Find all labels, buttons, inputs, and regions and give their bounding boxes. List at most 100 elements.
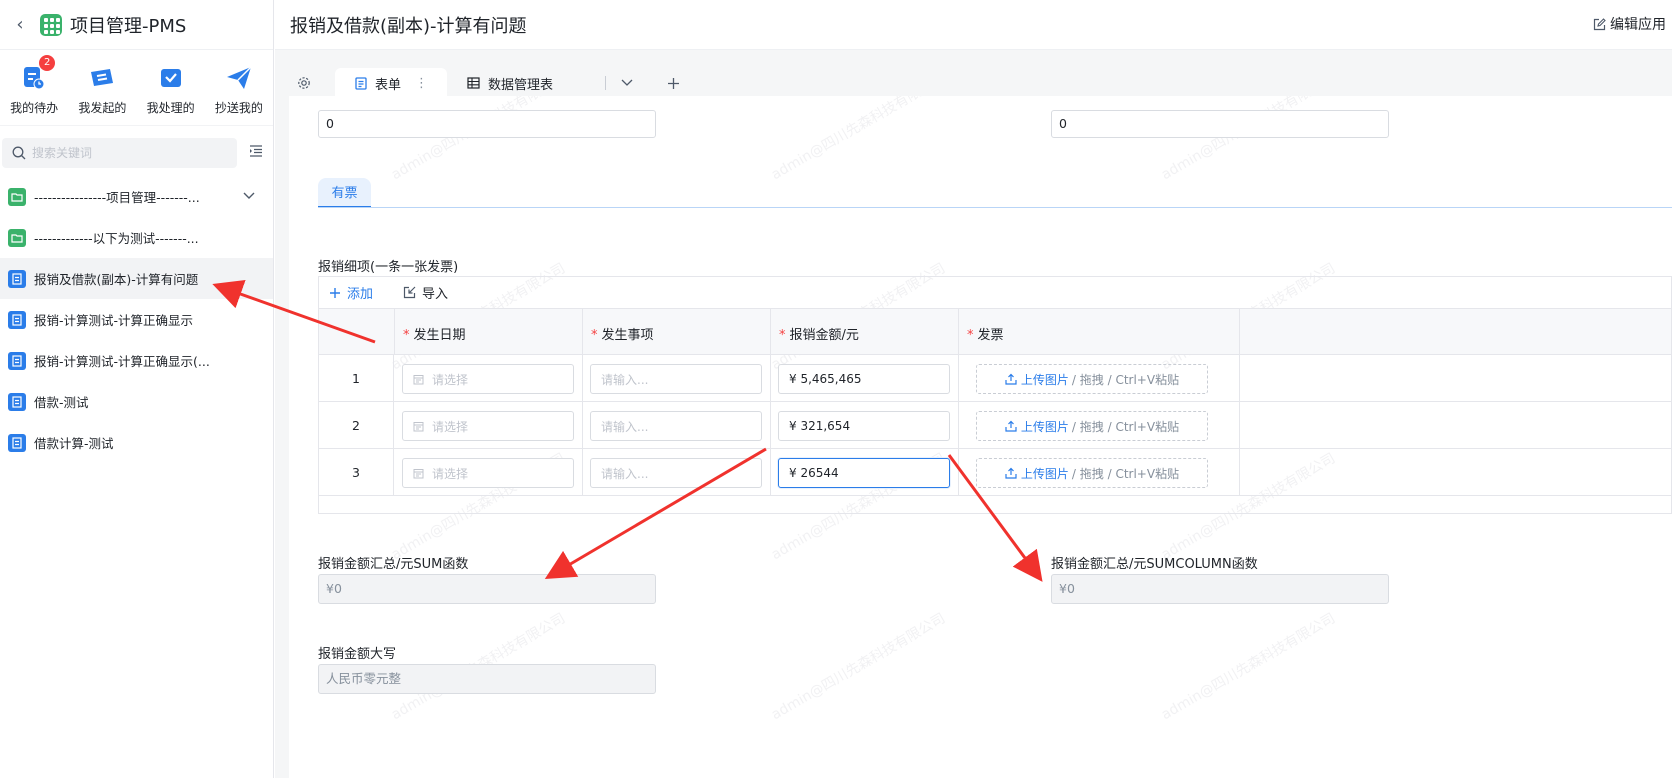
sidebar-item-loan-calc-test[interactable]: 借款计算-测试 [0,422,273,463]
sidebar-item-test-folder[interactable]: -------------以下为测试-------... [0,217,273,258]
form-icon [8,269,26,288]
sidebar-item-reimburse-test[interactable]: 报销-计算测试-计算正确显示 [0,299,273,340]
amount-input[interactable]: ¥ 26544 [778,458,950,488]
top-left-number-input[interactable]: 0 [318,110,656,138]
tab-form[interactable]: 表单 ⋮ [335,68,447,98]
amount-input[interactable]: ¥ 5,465,465 [778,364,950,394]
amount-input[interactable]: ¥ 321,654 [778,411,950,441]
sum-field: ¥0 [318,574,656,604]
folder-icon [8,228,26,247]
form-icon [8,351,26,370]
tab-divider [605,76,606,90]
upload-hint: / 拖拽 / Ctrl+V粘贴 [1071,372,1180,387]
calendar-icon [413,421,424,431]
sidebar-item-label: 借款计算-测试 [34,436,114,451]
plus-icon [330,287,340,298]
app-title: 项目管理-PMS [70,15,187,37]
import-label: 导入 [422,287,449,302]
sidebar-item-reimburse-copy[interactable]: 报销及借款(副本)-计算有问题 [0,258,273,299]
sidebar-header: ‹ 项目管理-PMS [0,0,273,50]
upload-hint: / 拖拽 / Ctrl+V粘贴 [1071,419,1180,434]
more-dots-icon[interactable]: ⋮ [415,76,428,91]
row-number: 2 [319,402,394,448]
quick-handled[interactable]: 我处理的 [140,63,202,116]
search-input[interactable] [32,146,212,160]
edit-icon [1593,17,1606,30]
import-button[interactable]: 导入 [403,283,448,302]
sidebar-nav: ----------------项目管理-------... ---------… [0,176,273,463]
item-input[interactable]: 请输入... [590,364,762,394]
upload-icon [1005,467,1017,479]
invoice-upload[interactable]: 上传图片 / 拖拽 / Ctrl+V粘贴 [976,364,1208,394]
header-item-label: 发生事项 [601,328,654,343]
paper-plane-icon [224,63,254,93]
view-tabs: 表单 ⋮ 数据管理表 [289,66,688,100]
header-invoice: * 发票 [959,309,1240,354]
todo-count-badge: 2 [39,55,56,71]
sidebar-item-reimburse-test-2[interactable]: 报销-计算测试-计算正确显示(... [0,340,273,381]
form-icon [8,310,26,329]
top-bar: 报销及借款(副本)-计算有问题 编辑应用 [275,0,1672,50]
top-right-number-input[interactable]: 0 [1051,110,1389,138]
quick-label: 抄送我的 [214,101,263,115]
sidebar-item-project-folder[interactable]: ----------------项目管理-------... [0,176,273,217]
sub-tab-underline [318,207,1672,208]
calendar-icon [413,468,424,478]
header-date-label: 发生日期 [413,328,466,343]
collapse-menu-icon[interactable] [249,145,263,161]
quick-initiated[interactable]: 我发起的 [71,63,133,116]
upload-link: 上传图片 [1020,372,1069,387]
table-icon [467,77,480,89]
edit-app-label: 编辑应用 [1610,17,1666,33]
table-row: 1 请选择 请输入... ¥ 5,465,465 上传图片 / 拖拽 / Ctr… [319,355,1671,402]
date-picker[interactable]: 请选择 [402,364,574,394]
header-amount-label: 报销金额/元 [789,328,859,343]
invoice-upload[interactable]: 上传图片 / 拖拽 / Ctrl+V粘贴 [976,458,1208,488]
upload-icon [1005,420,1017,432]
upload-link: 上传图片 [1020,466,1069,481]
chevron-down-icon[interactable] [612,68,642,98]
sidebar-item-loan-test[interactable]: 借款-测试 [0,381,273,422]
sumcolumn-field: ¥0 [1051,574,1389,604]
sidebar-item-label: -------------以下为测试-------... [34,231,199,246]
inbox-check-icon [156,63,186,93]
invoice-upload[interactable]: 上传图片 / 拖拽 / Ctrl+V粘贴 [976,411,1208,441]
header-item: * 发生事项 [583,309,771,354]
header-invoice-label: 发票 [977,328,1004,343]
sidebar-search-row [0,138,263,168]
gear-icon[interactable] [289,68,319,98]
sidebar-item-label: 报销-计算测试-计算正确显示 [34,313,194,328]
quick-my-todo[interactable]: 2 我的待办 [3,55,65,116]
tab-data-table[interactable]: 数据管理表 [447,68,599,98]
tab-data-label: 数据管理表 [488,77,554,93]
amount-upper-label: 报销金额大写 [318,647,397,662]
edit-app-button[interactable]: 编辑应用 [1593,14,1666,34]
watermark: admin@四川先森科技有限公司 [768,610,949,724]
table-row: 3 请选择 请输入... ¥ 26544 上传图片 / 拖拽 / Ctrl+V粘… [319,449,1671,496]
add-label: 添加 [347,287,374,302]
sidebar-item-label: ----------------项目管理-------... [34,190,200,205]
send-ticket-icon [87,63,117,93]
add-row-button[interactable]: 添加 [329,283,373,302]
add-tab-icon[interactable] [658,68,688,98]
main-area: 报销及借款(副本)-计算有问题 编辑应用 表单 ⋮ 数据管理表 admin@四川… [275,0,1672,778]
date-picker[interactable]: 请选择 [402,458,574,488]
header-amount: * 报销金额/元 [771,309,959,354]
quick-label: 我发起的 [78,101,127,115]
upload-icon [1005,373,1017,385]
item-input[interactable]: 请输入... [590,458,762,488]
upload-link: 上传图片 [1020,419,1069,434]
calendar-icon [413,374,424,384]
date-picker[interactable]: 请选择 [402,411,574,441]
quick-label: 我处理的 [146,101,195,115]
tab-form-label: 表单 [375,77,402,93]
search-icon [12,146,26,160]
item-input[interactable]: 请输入... [590,411,762,441]
quick-cc-me[interactable]: 抄送我的 [208,63,270,116]
back-icon[interactable]: ‹ [0,14,40,35]
header-index-cell [319,309,395,354]
sumcolumn-label: 报销金额汇总/元SUMCOLUMN函数 [1051,557,1258,572]
tab-has-invoice[interactable]: 有票 [318,178,371,208]
amount-upper-field: 人民币零元整 [318,664,656,694]
chevron-down-icon[interactable] [243,189,255,204]
